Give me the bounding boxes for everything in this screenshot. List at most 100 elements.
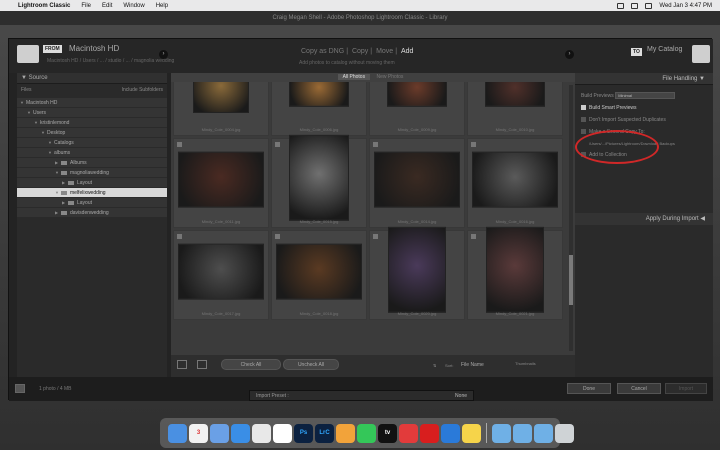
wifi-icon[interactable] (631, 2, 639, 9)
photo-checkbox[interactable] (177, 234, 182, 239)
messages-icon[interactable] (357, 423, 376, 443)
pages-icon[interactable] (336, 423, 355, 443)
photo-thumbnail[interactable] (374, 151, 460, 208)
photo-cell[interactable]: Mindy_Cole_0021.jpg (467, 226, 563, 320)
mode-move[interactable]: Move (376, 48, 393, 55)
photo-thumbnail[interactable] (289, 134, 349, 221)
photo-cell[interactable]: Mindy_Cole_0018.jpg (271, 230, 367, 320)
folder-tree-item[interactable]: ▼ melfelixwedding (17, 188, 167, 197)
mode-copy[interactable]: Copy (352, 48, 368, 55)
folder-tree-item[interactable]: ▼ albums (17, 148, 167, 157)
news-icon[interactable] (399, 423, 418, 443)
folder-tree-item[interactable]: ▶ Layout (17, 198, 167, 207)
loupe-view-icon[interactable] (197, 360, 207, 369)
battery-icon[interactable] (617, 2, 625, 9)
photo-thumbnail[interactable] (289, 82, 349, 107)
photo-cell[interactable]: Mindy_Cole_0017.jpg (173, 230, 269, 320)
photo-cell[interactable]: Mindy_Cole_0006.jpg (271, 82, 367, 136)
photo-checkbox[interactable] (471, 234, 476, 239)
import-preset-bar[interactable]: Import Preset : None (249, 390, 474, 401)
photo-checkbox[interactable] (275, 234, 280, 239)
source-panel-header[interactable]: ▼ Source (17, 73, 167, 84)
mode-add[interactable]: Add (401, 48, 413, 55)
menu-file[interactable]: File (81, 3, 91, 9)
photo-cell[interactable]: Mindy_Cole_0020.jpg (369, 226, 465, 320)
tab-new-photos[interactable]: New Photos (371, 74, 408, 80)
apply-during-import-header[interactable]: Apply During Import ◀ (575, 213, 713, 225)
screen-sharing-icon[interactable] (441, 423, 460, 443)
calendar-icon[interactable]: 3 (189, 423, 208, 443)
photo-cell[interactable]: Mindy_Cole_0015.jpg (271, 134, 367, 228)
include-subfolders-checkbox[interactable]: Include Subfolders (122, 87, 163, 93)
photo-checkbox[interactable] (373, 234, 378, 239)
folder-tree-item[interactable]: ▶ davisdenwedding (17, 208, 167, 217)
photoshop-icon[interactable]: Ps (294, 423, 313, 443)
folder-tree-item[interactable]: ▶ Albums (17, 158, 167, 167)
chrome-icon[interactable] (252, 423, 271, 443)
acrobat-icon[interactable] (420, 423, 439, 443)
grid-scrollbar[interactable] (569, 85, 573, 351)
dont-import-dupes-checkbox[interactable] (581, 117, 586, 123)
menu-window[interactable]: Window (123, 3, 144, 9)
trash-icon[interactable] (555, 423, 574, 443)
photo-checkbox[interactable] (373, 142, 378, 147)
menu-help[interactable]: Help (156, 3, 168, 9)
sort-dropdown[interactable]: File Name (461, 362, 484, 368)
photo-cell[interactable]: Mindy_Cole_0009.jpg (369, 82, 465, 136)
photo-thumbnail[interactable] (276, 243, 362, 300)
photo-cell[interactable]: Mindy_Cole_0016.jpg (467, 138, 563, 228)
folder-tree-item[interactable]: ▼ kristinlemond (17, 118, 167, 127)
second-copy-checkbox[interactable] (581, 129, 586, 135)
photo-thumbnail[interactable] (486, 226, 544, 313)
photo-checkbox[interactable] (177, 142, 182, 147)
lightroom-icon[interactable]: LrC (315, 423, 334, 443)
menu-edit[interactable]: Edit (102, 3, 112, 9)
photo-thumbnail[interactable] (178, 151, 264, 208)
spotlight-icon[interactable] (645, 2, 653, 9)
collapse-icon[interactable] (15, 384, 25, 393)
mode-copy-as-dng[interactable]: Copy as DNG (301, 48, 344, 55)
photo-thumbnail[interactable] (388, 226, 446, 313)
safari-icon[interactable] (231, 423, 250, 443)
folder-tree-item[interactable]: ▼ Macintosh HD (17, 98, 167, 107)
folder-tree-item[interactable]: ▼ Desktop (17, 128, 167, 137)
notes-icon[interactable] (462, 423, 481, 443)
done-button[interactable]: Done (567, 383, 611, 394)
photo-thumbnail[interactable] (178, 243, 264, 300)
folder-tree-item[interactable]: ▼ Catalogs (17, 138, 167, 147)
photo-thumbnail[interactable] (387, 82, 447, 107)
menubar-clock[interactable]: Wed Jan 3 4:47 PM (659, 3, 712, 9)
build-smart-previews-checkbox[interactable] (581, 105, 586, 111)
thumbnails-slider[interactable]: Thumbnails (515, 361, 536, 366)
photo-checkbox[interactable] (471, 142, 476, 147)
downloads-folder-icon[interactable] (492, 423, 511, 443)
photo-thumbnail[interactable] (485, 82, 545, 107)
tab-all-photos[interactable]: All Photos (337, 74, 371, 80)
photo-thumbnail[interactable] (472, 151, 558, 208)
folder-tree-item[interactable]: ▼ magnoliawedding (17, 168, 167, 177)
photo-cell[interactable]: Mindy_Cole_0014.jpg (369, 138, 465, 228)
cancel-button[interactable]: Cancel (617, 383, 661, 394)
mail-icon[interactable] (210, 423, 229, 443)
folder-tree-item[interactable]: ▶ Layout (17, 178, 167, 187)
import-button[interactable]: Import (665, 383, 707, 394)
appletv-icon[interactable]: tv (378, 423, 397, 443)
photo-cell[interactable]: Mindy_Cole_0011.jpg (173, 138, 269, 228)
photo-checkbox[interactable] (275, 142, 280, 147)
grid-view-icon[interactable] (177, 360, 187, 369)
source-name[interactable]: Macintosh HD (69, 44, 119, 53)
photo-thumbnail[interactable] (193, 82, 249, 113)
file-handling-header[interactable]: File Handling ▼ (575, 73, 713, 85)
photo-cell[interactable]: Mindy_Cole_0004.jpg (173, 82, 269, 136)
menu-app-name[interactable]: Lightroom Classic (18, 3, 70, 9)
finder-icon[interactable] (168, 423, 187, 443)
documents-folder-icon[interactable] (513, 423, 532, 443)
check-all-button[interactable]: Check All (221, 359, 281, 370)
import-preset-dropdown[interactable]: None (455, 391, 467, 401)
photo-cell[interactable]: Mindy_Cole_0010.jpg (467, 82, 563, 136)
build-previews-dropdown[interactable]: Minimal (615, 92, 676, 99)
applications-folder-icon[interactable] (534, 423, 553, 443)
folder-tree-item[interactable]: ▼ Users (17, 108, 167, 117)
photos-app-icon[interactable] (273, 423, 292, 443)
uncheck-all-button[interactable]: Uncheck All (283, 359, 339, 370)
